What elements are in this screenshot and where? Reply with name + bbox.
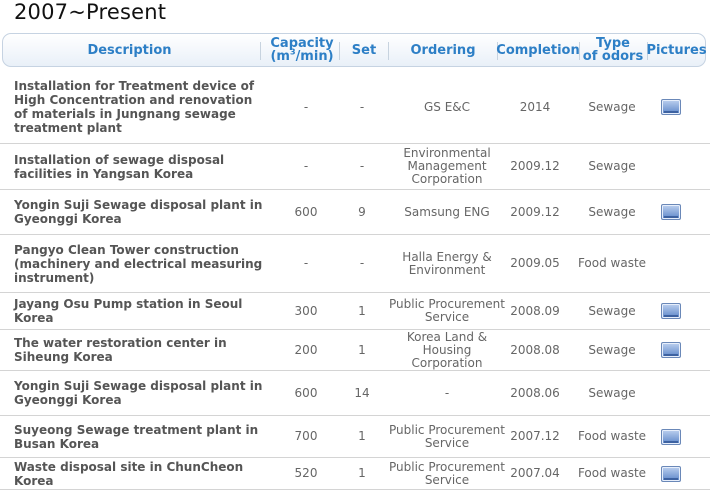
picture-icon[interactable]: [661, 204, 681, 220]
table-row: Suyeong Sewage treatment plant in Busan …: [0, 416, 710, 458]
row-ordering: Public Procurement Service: [388, 459, 505, 487]
picture-icon[interactable]: [661, 303, 681, 319]
row-set: -: [359, 256, 365, 270]
row-pictures: [650, 144, 692, 189]
row-type-of-odor: Food waste: [577, 466, 647, 480]
table-row: Installation of sewage disposal faciliti…: [0, 144, 710, 190]
row-type-of-odor: Sewage: [588, 385, 636, 400]
row-pictures: [650, 416, 692, 457]
row-set: -: [359, 159, 365, 173]
picture-icon[interactable]: [661, 465, 681, 482]
table-row: Waste disposal site in ChunCheon Korea 52…: [0, 458, 710, 490]
row-description: Yongin Suji Sewage disposal plant in Gye…: [14, 198, 263, 226]
row-pictures: [650, 458, 692, 489]
row-type-of-odor: Sewage: [588, 204, 636, 219]
row-pictures: [650, 293, 692, 329]
capacity-unit: (m3/min): [270, 47, 334, 64]
row-description: Installation for Treatment device of Hig…: [14, 79, 255, 135]
row-ordering: GS E&C: [423, 99, 471, 114]
table-row: Jayang Osu Pump station in Seoul Korea 30…: [0, 293, 710, 330]
row-set: 1: [358, 303, 366, 318]
row-description: Suyeong Sewage treatment plant in Busan …: [14, 422, 259, 451]
table-row: Pangyo Clean Tower construction (machine…: [0, 235, 710, 293]
row-completion: 2009.12: [510, 204, 560, 219]
table-row: Yongin Suji Sewage disposal plant in Gye…: [0, 371, 710, 416]
row-pictures: [650, 190, 692, 234]
row-description: Yongin Suji Sewage disposal plant in Gye…: [14, 379, 263, 407]
row-ordering: Halla Energy & Environment: [402, 249, 492, 277]
column-header-ordering: Ordering: [410, 42, 476, 58]
table-row: The water restoration center in Siheung …: [0, 330, 710, 371]
column-header-set: Set: [351, 42, 377, 58]
column-header-pictures: Pictures: [646, 42, 707, 58]
row-description: Jayang Osu Pump station in Seoul Korea: [14, 297, 243, 325]
table-header: Description Capacity (m3/min) Set Orderi…: [2, 33, 707, 67]
row-completion: 2008.06: [510, 385, 560, 400]
table-row: Yongin Suji Sewage disposal plant in Gye…: [0, 190, 710, 235]
row-set: 1: [358, 429, 366, 443]
row-set: -: [359, 99, 365, 114]
column-header-capacity: Capacity (m3/min): [261, 34, 343, 66]
row-ordering: Public Procurement Service: [388, 422, 505, 450]
row-type-of-odor: Sewage: [588, 303, 636, 318]
page-title: 2007~Present: [14, 0, 167, 24]
column-header-completion: Completion: [496, 42, 580, 58]
picture-icon[interactable]: [661, 342, 681, 358]
row-pictures: [650, 371, 692, 415]
row-completion: 2007.12: [510, 429, 560, 443]
row-description: The water restoration center in Siheung …: [14, 336, 227, 364]
column-header-type-of-odors: Type of odors: [582, 36, 644, 64]
row-ordering: -: [444, 385, 450, 400]
row-completion: 2008.08: [510, 342, 560, 357]
picture-icon[interactable]: [661, 99, 681, 115]
row-set: 1: [358, 342, 366, 357]
row-type-of-odor: Sewage: [588, 99, 636, 114]
row-description: Waste disposal site in ChunCheon Korea: [14, 459, 244, 488]
row-set: 1: [358, 466, 366, 480]
row-completion: 2009.12: [510, 159, 560, 173]
row-type-of-odor: Food waste: [577, 429, 647, 443]
row-completion: 2008.09: [510, 303, 560, 318]
row-pictures: [650, 71, 692, 143]
row-pictures: [650, 235, 692, 292]
picture-icon[interactable]: [661, 428, 681, 445]
row-ordering: Korea Land & Housing Corporation: [406, 329, 488, 370]
row-set: 14: [354, 385, 370, 400]
table-row: Installation for Treatment device of Hig…: [0, 71, 710, 144]
row-pictures: [650, 330, 692, 370]
row-description: Pangyo Clean Tower construction (machine…: [14, 242, 263, 285]
row-ordering: Public Procurement Service: [388, 297, 505, 324]
row-ordering: Samsung ENG: [404, 204, 490, 219]
row-type-of-odor: Sewage: [588, 159, 636, 173]
column-header-description: Description: [87, 42, 172, 58]
row-ordering: Environmental Management Corporation: [403, 146, 491, 186]
row-set: 9: [358, 204, 366, 219]
row-description: Installation of sewage disposal faciliti…: [14, 152, 225, 181]
row-type-of-odor: Sewage: [588, 342, 636, 357]
row-completion: 2009.05: [510, 256, 560, 270]
row-completion: 2014: [519, 99, 551, 114]
row-completion: 2007.04: [510, 466, 560, 480]
row-type-of-odor: Food waste: [577, 256, 647, 270]
